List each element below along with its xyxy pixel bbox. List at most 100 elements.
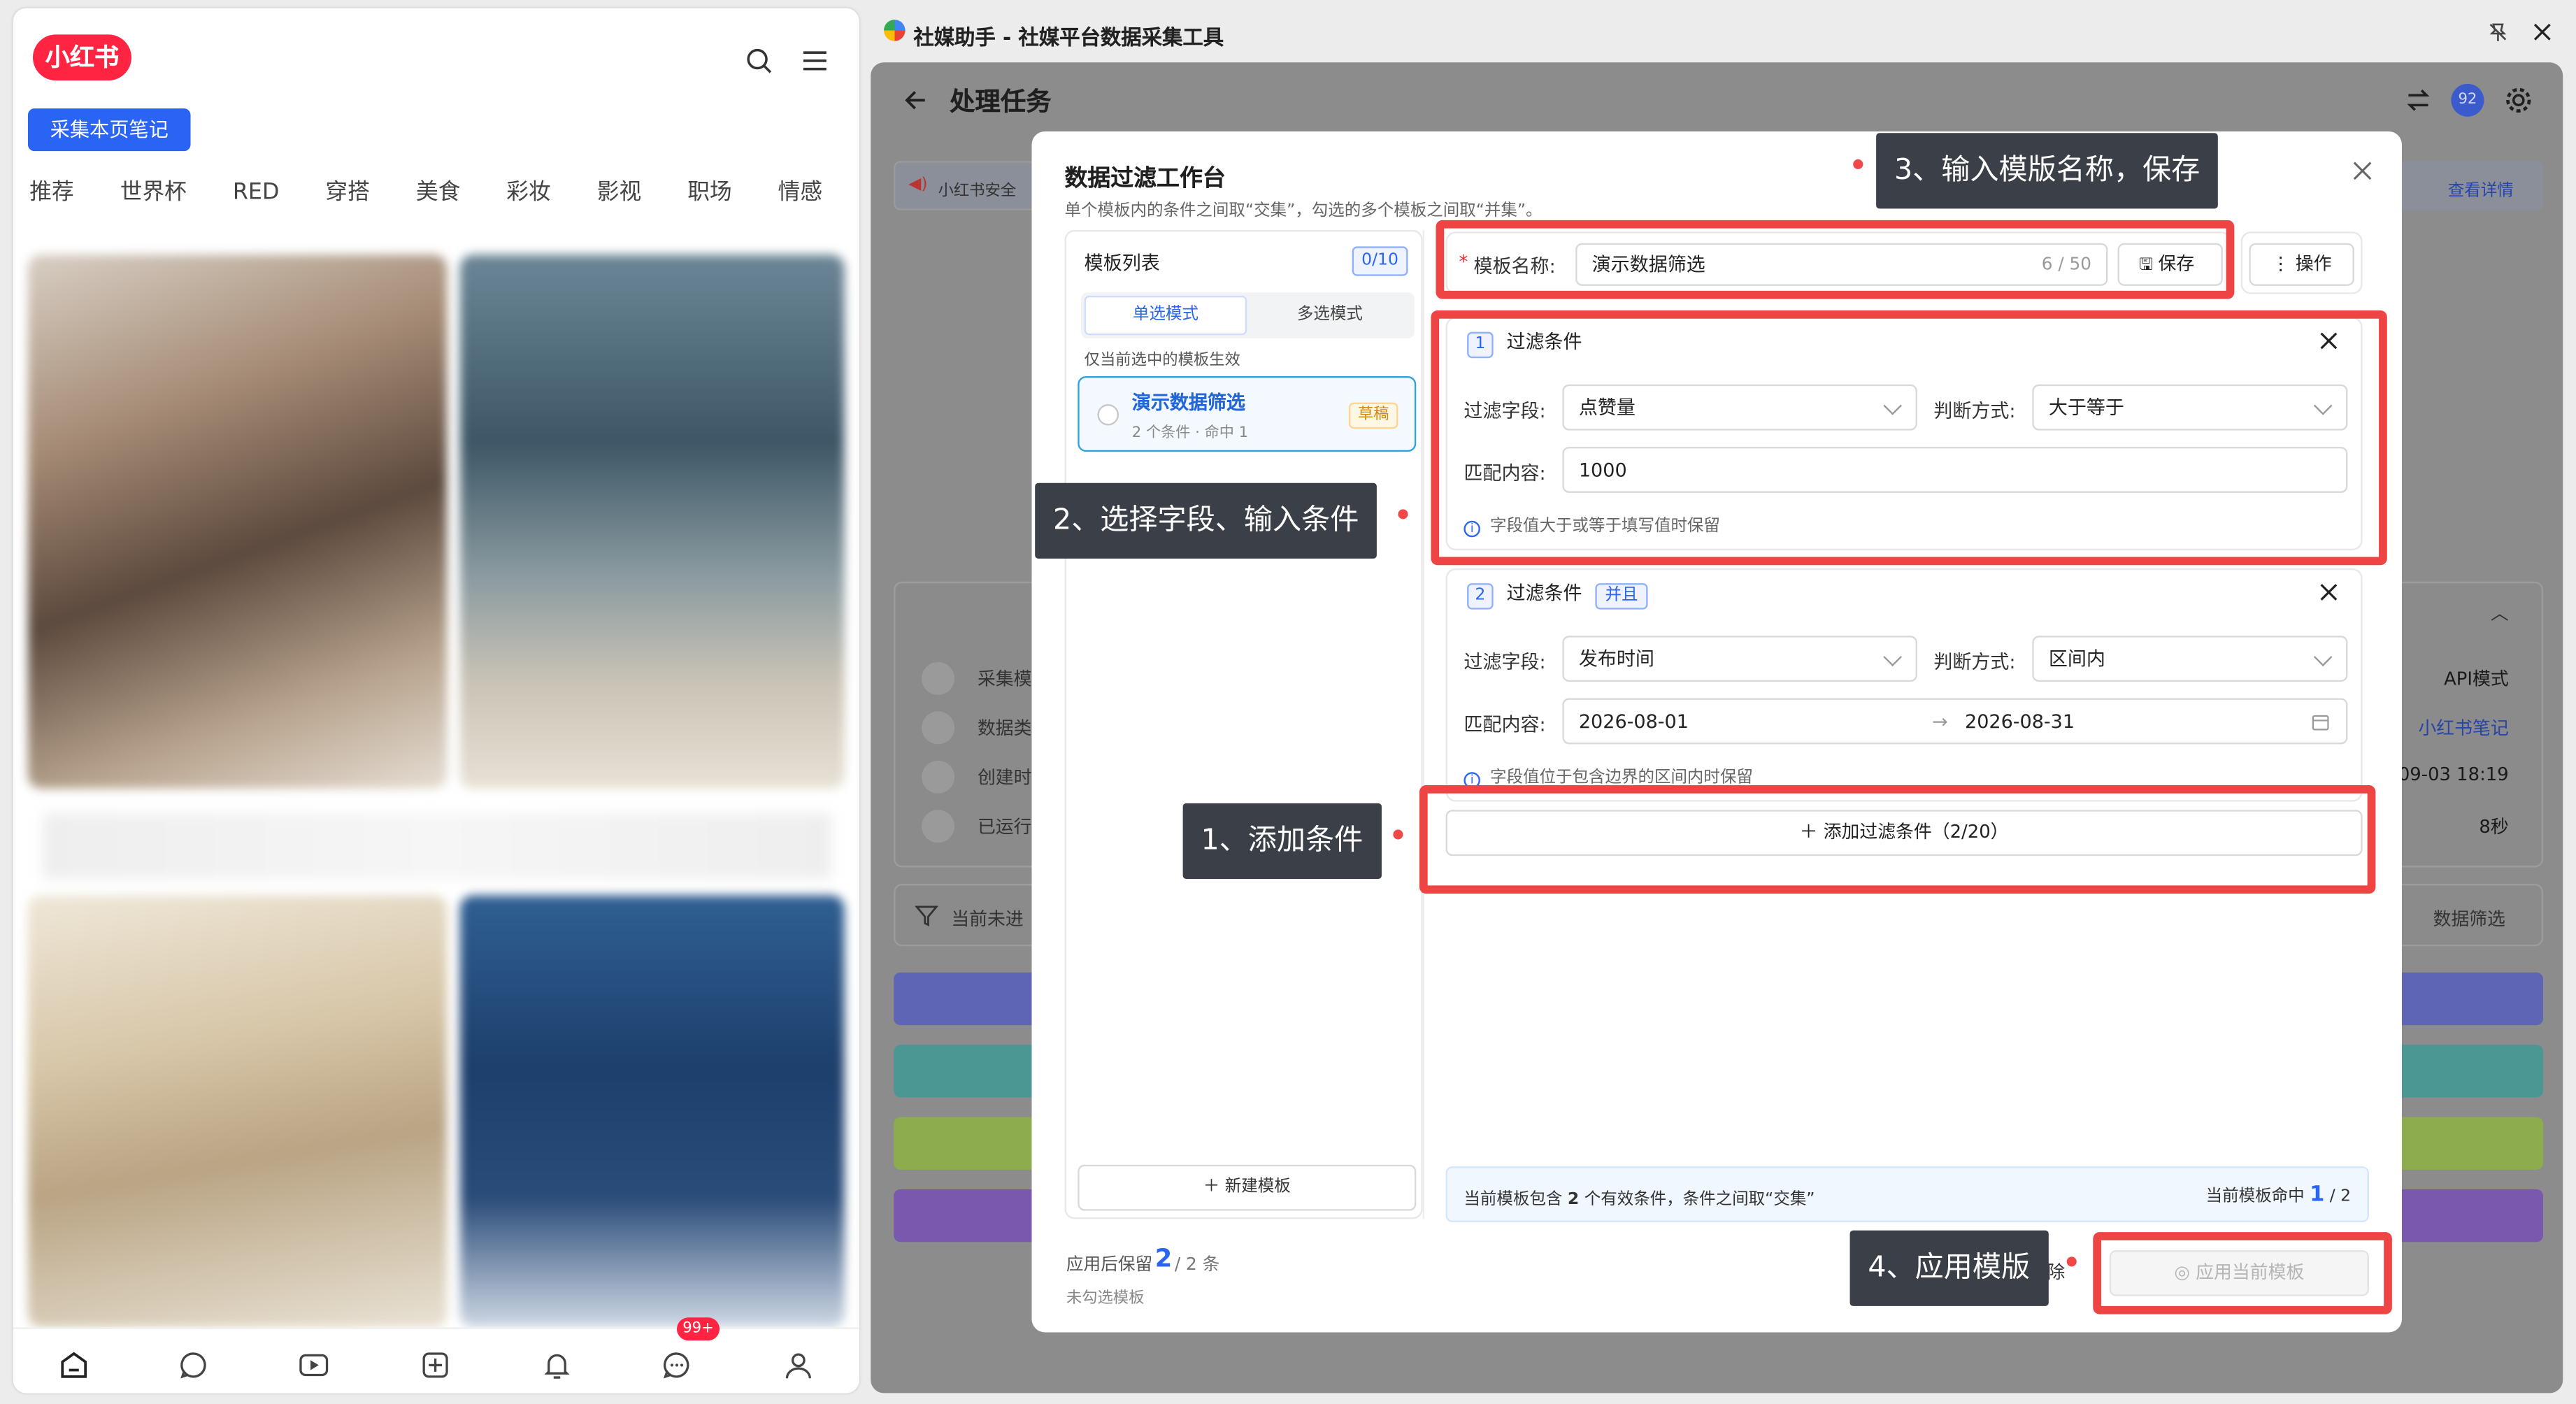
condition-index: 2 [1467, 583, 1494, 610]
range-arrow-icon: → [1932, 709, 1948, 733]
template-name: 演示数据筛选 [1131, 391, 1245, 415]
category-recommend[interactable]: 推荐 [29, 173, 73, 206]
message-icon[interactable] [660, 1349, 693, 1382]
data-filter-button[interactable]: 数据筛选 [2433, 905, 2505, 932]
callout-step-2: 2、选择字段、输入条件 [1035, 482, 1378, 559]
info-value: 09-03 18:19 [2398, 764, 2509, 786]
category-food[interactable]: 美食 [416, 173, 460, 206]
template-radio[interactable] [1097, 403, 1119, 426]
home-icon[interactable] [57, 1349, 90, 1382]
feed-card[interactable] [459, 895, 845, 1328]
callout-step-1: 1、添加条件 [1182, 803, 1382, 879]
view-detail-link[interactable]: 查看详情 [2448, 176, 2514, 201]
summary-text: 当前模板命中 [2205, 1187, 2310, 1206]
condition-header: 2 过滤条件 并且 [1467, 580, 1648, 610]
remove-condition-icon[interactable] [2319, 583, 2338, 601]
category-emotion[interactable]: 情感 [778, 173, 822, 206]
summary-text: 当前模板包含 [1464, 1191, 1568, 1210]
category-world-cup[interactable]: 世界杯 [120, 173, 187, 206]
date-end[interactable]: 2026-08-31 [1965, 700, 2075, 743]
notice-text: 小红书安全 [938, 182, 1017, 201]
highlight-add-condition [1419, 785, 2376, 894]
mode-switch: 单选模式 多选模式 [1080, 292, 1415, 338]
category-film[interactable]: 影视 [597, 173, 641, 206]
calendar-icon [2312, 715, 2329, 731]
summary-text: / 2 [2324, 1187, 2352, 1206]
operations-button[interactable]: ⋮ 操作 [2249, 243, 2354, 286]
highlight-apply [2093, 1232, 2392, 1315]
panel-divider [1422, 229, 1425, 1219]
profile-icon[interactable] [782, 1349, 815, 1382]
condition-hint-text: 字段值位于包含边界的区间内时保留 [1489, 768, 1753, 787]
summary-hit: 1 [2310, 1182, 2325, 1208]
modal-close-icon[interactable] [2352, 161, 2372, 180]
category-career[interactable]: 职场 [687, 173, 731, 206]
summary-right: 当前模板命中 1 / 2 [2206, 1181, 2352, 1208]
template-list-title: 模板列表 [1084, 251, 1160, 275]
summary-bar: 当前模板包含 2 个有效条件，条件之间取“交集” 当前模板命中 1 / 2 [1445, 1166, 2369, 1223]
draft-tag: 草稿 [1348, 402, 1398, 429]
search-icon[interactable] [743, 44, 775, 77]
calendar-icon [922, 760, 955, 794]
filter-condition-2: 2 过滤条件 并且 过滤字段: 发布时间 判断方式: 区间内 匹配内容: 2026-… [1445, 568, 2363, 802]
callout-dot [1853, 159, 1863, 169]
info-label: 已运行 [977, 816, 1032, 838]
callout-step-4: 4、应用模版 [1849, 1230, 2048, 1306]
chevron-down-icon [1883, 647, 1902, 667]
and-tag: 并且 [1595, 583, 1648, 610]
category-red[interactable]: RED [233, 179, 280, 206]
info-value: 小红书笔记 [2418, 717, 2509, 740]
app-logo-icon [884, 20, 906, 41]
chat-bubble-icon[interactable] [178, 1349, 210, 1382]
feed-card[interactable] [27, 255, 448, 789]
back-arrow-icon[interactable] [903, 89, 926, 112]
funnel-icon [915, 905, 938, 927]
single-mode-tab[interactable]: 单选模式 [1084, 295, 1247, 336]
feed-card[interactable] [459, 255, 845, 789]
video-icon[interactable] [297, 1349, 330, 1382]
window-title: 社媒助手 - 社媒平台数据采集工具 [913, 24, 1224, 50]
window-close-icon[interactable] [2533, 23, 2552, 41]
publish-icon[interactable] [419, 1349, 452, 1382]
date-range-picker[interactable]: 2026-08-01 → 2026-08-31 [1562, 698, 2348, 745]
clear-button-partial[interactable]: 除 [2047, 1259, 2065, 1285]
clock-icon [922, 810, 955, 843]
mode-select[interactable]: 区间内 [2032, 636, 2348, 682]
mode-label: 判断方式: [1933, 650, 2016, 674]
unchecked-hint: 未勾选模板 [1066, 1289, 1145, 1308]
pin-icon[interactable] [2487, 22, 2509, 43]
switch-icon[interactable] [2405, 87, 2432, 114]
modal-title: 数据过滤工作台 [1064, 166, 1226, 192]
gear-icon[interactable] [2504, 85, 2533, 115]
speaker-icon: ◀) [908, 176, 928, 194]
plus-icon: ＋ [1203, 1177, 1225, 1196]
template-item[interactable]: 演示数据筛选 2 个条件 · 命中 1 草稿 [1078, 376, 1417, 452]
keep-count: 2 [1154, 1243, 1173, 1273]
avatar[interactable]: 92 [2451, 83, 2484, 117]
summary-left: 当前模板包含 2 个有效条件，条件之间取“交集” [1464, 1184, 1815, 1209]
more-vertical-icon: ⋮ [2271, 252, 2296, 275]
collapse-chevron-icon[interactable]: ︿ [2491, 600, 2509, 626]
notice-bar-right: 查看详情 [2398, 161, 2544, 210]
multi-mode-tab[interactable]: 多选模式 [1249, 296, 1412, 335]
new-template-label: 新建模板 [1224, 1177, 1291, 1196]
mode-icon [922, 661, 955, 695]
bell-icon[interactable] [541, 1349, 573, 1382]
category-makeup[interactable]: 彩妆 [506, 173, 550, 206]
filter-status-text: 当前未进 [951, 908, 1024, 930]
callout-dot [1398, 509, 1408, 520]
template-list-panel: 模板列表 0/10 单选模式 多选模式 仅当前选中的模板生效 演示数据筛选 2 … [1064, 229, 1423, 1219]
new-template-button[interactable]: ＋ 新建模板 [1078, 1164, 1417, 1211]
date-start[interactable]: 2026-08-01 [1579, 710, 1689, 733]
field-select[interactable]: 发布时间 [1562, 636, 1917, 682]
xiaohongshu-logo[interactable]: 小红书 [32, 34, 131, 81]
chevron-down-icon [2313, 647, 2333, 667]
summary-text: 个有效条件，条件之间取“交集” [1579, 1191, 1815, 1210]
summary-count: 2 [1567, 1191, 1580, 1210]
feed-card[interactable] [27, 895, 448, 1328]
collect-page-notes-button[interactable]: 采集本页笔记 [27, 108, 191, 152]
category-bar: 推荐 世界杯 RED 穿搭 美食 彩妆 影视 职场 情感 [29, 173, 859, 215]
menu-icon[interactable] [799, 44, 831, 77]
category-outfit[interactable]: 穿搭 [325, 173, 369, 206]
bottom-navigation [13, 1327, 859, 1394]
